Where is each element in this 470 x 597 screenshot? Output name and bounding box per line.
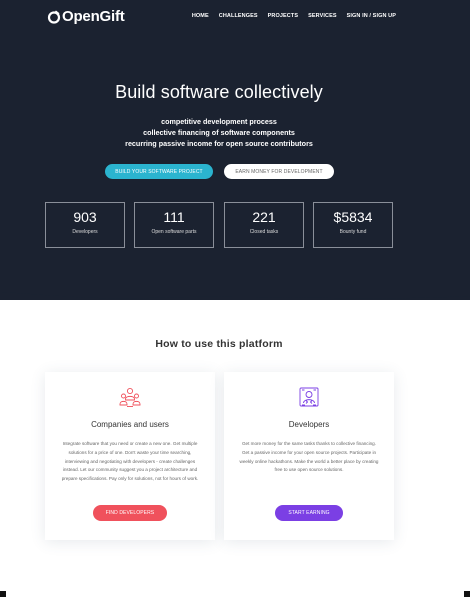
stat-box-developers: 903 Developers (45, 202, 125, 248)
card-description: Integrate software that you need or crea… (61, 441, 199, 482)
start-earning-button[interactable]: START EARNING (275, 505, 343, 521)
stat-label: Developers (72, 229, 98, 235)
hero-title: Build software collectively (115, 82, 323, 102)
find-developers-button[interactable]: FIND DEVELOPERS (93, 505, 167, 521)
card-companies: Companies and users Integrate software t… (45, 372, 215, 540)
stat-label: Closed tasks (249, 229, 279, 235)
hero-line: competitive development process (161, 117, 277, 126)
nav-projects[interactable]: PROJECTS (268, 13, 298, 19)
stat-label: Open software parts (151, 229, 197, 235)
opengift-logo-icon (47, 10, 61, 24)
developer-icon (299, 387, 319, 407)
nav-sign-in[interactable]: SIGN IN / SIGN UP (347, 13, 396, 19)
hero-subtitle: competitive development process collecti… (0, 116, 438, 149)
stat-value: 111 (163, 209, 185, 225)
stat-value: $5834 (333, 209, 373, 225)
build-project-button[interactable]: BUILD YOUR SOFTWARE PROJECT (105, 164, 213, 179)
corner-marker (464, 591, 470, 597)
how-to-use-title: How to use this platform (155, 338, 283, 350)
nav-services[interactable]: SERVICES (308, 13, 337, 19)
hero-line: collective financing of software compone… (143, 128, 295, 137)
hero-wave-divider (0, 280, 470, 299)
card-description: Get more money for the same tasks thanks… (239, 441, 379, 473)
card-title: Developers (288, 420, 330, 429)
brand-logo[interactable]: OpenGift (47, 8, 125, 25)
stat-label: Bounty fund (339, 229, 367, 235)
stat-value: 221 (252, 209, 276, 225)
main-nav: HOME CHALLENGES PROJECTS SERVICES SIGN I… (192, 13, 396, 19)
group-users-icon (119, 387, 141, 407)
card-developers: Developers Get more money for the same t… (224, 372, 394, 540)
card-title: Companies and users (91, 420, 169, 429)
stat-value: 903 (73, 209, 97, 225)
hero-line: recurring passive income for open source… (125, 139, 313, 148)
hero-section (0, 0, 470, 300)
stat-box-closed-tasks: 221 Closed tasks (224, 202, 304, 248)
earn-money-button[interactable]: EARN MONEY FOR DEVELOPMENT (224, 164, 334, 179)
corner-marker (0, 591, 6, 597)
nav-challenges[interactable]: CHALLENGES (219, 13, 258, 19)
nav-home[interactable]: HOME (192, 13, 209, 19)
stat-box-open-software-parts: 111 Open software parts (134, 202, 214, 248)
stat-box-bounty-fund: $5834 Bounty fund (313, 202, 393, 248)
brand-name: OpenGift (62, 8, 125, 25)
